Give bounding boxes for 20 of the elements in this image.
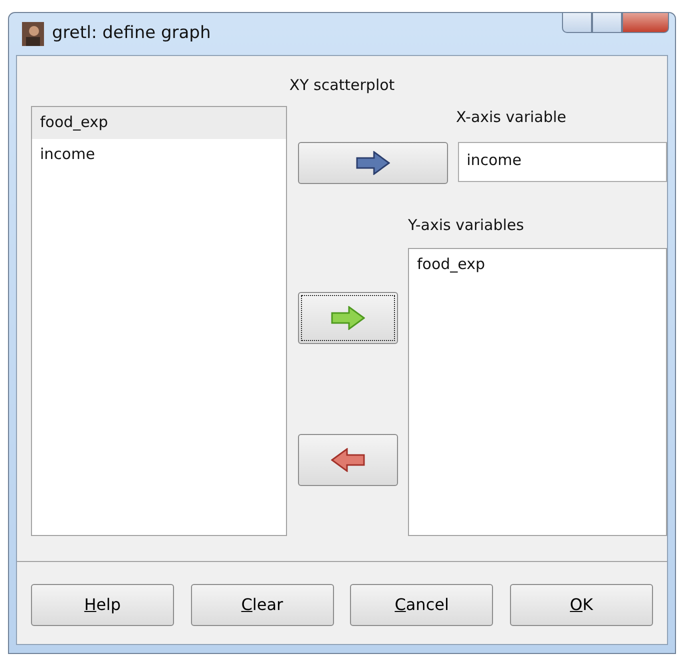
dialog-button[interactable]: OK [510,584,653,626]
arrow-icon [331,306,365,330]
field-label: X-axis variable [455,107,566,128]
app-icon [22,22,44,46]
arrow-icon [356,151,390,175]
arrow-icon [331,448,365,472]
minimize-button[interactable] [562,12,592,33]
window-title: gretl: define graph [52,22,211,46]
list-item[interactable]: food_exp [409,249,666,281]
x-variable-field[interactable]: income [458,142,667,182]
arrow-button[interactable] [298,292,398,344]
dialog-button[interactable]: Clear [190,584,334,626]
dialog-heading: XY scatterplot [289,76,395,94]
list-item[interactable]: income [32,139,286,171]
dialog-button[interactable]: Cancel [350,584,494,626]
list-item[interactable]: food_exp [32,107,286,139]
list-label: Y-axis variables [408,215,524,236]
arrow-button[interactable] [298,142,448,184]
maximize-button[interactable] [592,12,622,33]
dialog-button[interactable]: Help [31,584,174,626]
